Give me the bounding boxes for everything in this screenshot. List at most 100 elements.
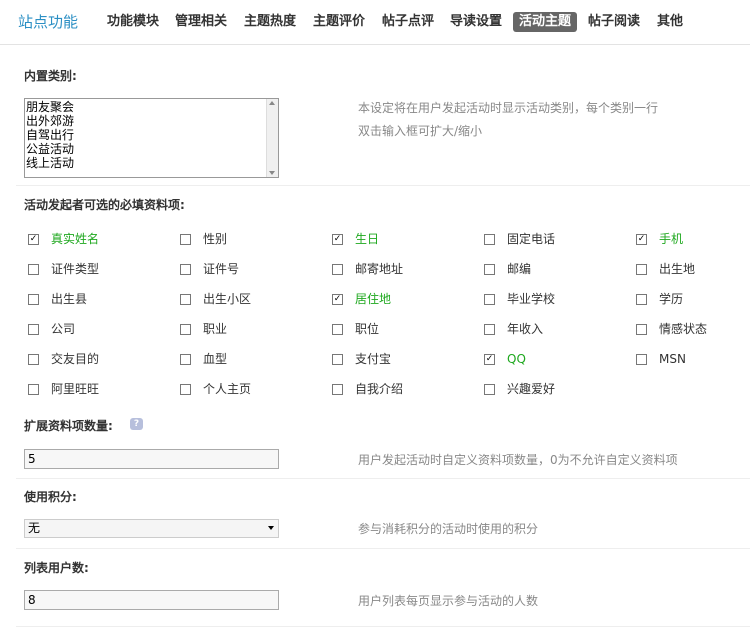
credits-selected-value: 无: [28, 521, 41, 535]
tab-guide-settings[interactable]: 导读设置: [450, 12, 502, 32]
list-users-hint: 用户列表每页显示参与活动的人数: [358, 594, 539, 608]
checkbox-checked[interactable]: ✓: [332, 234, 343, 245]
page-title: 站点功能: [18, 13, 79, 31]
section-divider: [16, 548, 750, 549]
tab-topic-rating[interactable]: 主题评价: [313, 12, 365, 32]
checkbox-unchecked[interactable]: [636, 354, 647, 365]
checkbox-unchecked[interactable]: [332, 264, 343, 275]
field-checkbox-label: 出生县: [51, 292, 88, 306]
checkbox-unchecked[interactable]: [484, 384, 495, 395]
checkbox-unchecked[interactable]: [180, 324, 191, 335]
checkbox-unchecked[interactable]: [28, 264, 39, 275]
tab-post-comment[interactable]: 帖子点评: [382, 12, 434, 32]
categories-hint: 本设定将在用户发起活动时显示活动类别，每个类别一行: [358, 101, 659, 115]
checkbox-unchecked[interactable]: [332, 324, 343, 335]
field-checkbox-label: 学历: [659, 292, 684, 306]
scroll-up-icon[interactable]: [269, 101, 275, 105]
field-checkbox-label: 兴趣爱好: [507, 382, 556, 396]
list-users-title: 列表用户数:: [24, 561, 89, 575]
checkbox-checked[interactable]: ✓: [332, 294, 343, 305]
field-checkbox-label: 性别: [203, 232, 228, 246]
checkbox-unchecked[interactable]: [636, 324, 647, 335]
checkbox-unchecked[interactable]: [484, 264, 495, 275]
section-divider: [16, 626, 750, 627]
credits-hint: 参与消耗积分的活动时使用的积分: [358, 522, 539, 536]
checkbox-unchecked[interactable]: [484, 324, 495, 335]
tab-topic-heat[interactable]: 主题热度: [244, 12, 296, 32]
field-checkbox-label: 证件号: [203, 262, 240, 276]
category-line: 线上活动: [26, 156, 75, 170]
field-checkbox-label: 真实姓名: [51, 232, 100, 246]
field-checkbox-label: 血型: [203, 352, 228, 366]
field-checkbox-label: 自我介绍: [355, 382, 404, 396]
checkbox-unchecked[interactable]: [636, 294, 647, 305]
extended-fields-hint: 用户发起活动时自定义资料项数量，0为不允许自定义资料项: [358, 453, 678, 467]
checkbox-unchecked[interactable]: [484, 294, 495, 305]
field-checkbox-label: 交友目的: [51, 352, 100, 366]
field-checkbox-label: 固定电话: [507, 232, 556, 246]
builtin-categories-title: 内置类别:: [24, 69, 77, 83]
checkbox-unchecked[interactable]: [180, 264, 191, 275]
field-checkbox-label: 支付宝: [355, 352, 392, 366]
checkbox-unchecked[interactable]: [28, 384, 39, 395]
credits-title: 使用积分:: [24, 490, 77, 504]
field-checkbox-label: QQ: [507, 352, 526, 366]
checkbox-unchecked[interactable]: [636, 264, 647, 275]
checkbox-unchecked[interactable]: [28, 354, 39, 365]
category-line: 公益活动: [26, 142, 75, 156]
header-divider: [0, 44, 750, 45]
top-navigation-bar: 站点功能 功能模块 管理相关 主题热度 主题评价 帖子点评 导读设置 活动主题 …: [0, 0, 750, 44]
checkbox-unchecked[interactable]: [180, 384, 191, 395]
field-checkbox-label: 职业: [203, 322, 228, 336]
checkbox-unchecked[interactable]: [28, 294, 39, 305]
help-icon[interactable]: ?: [130, 418, 143, 430]
category-line: 朋友聚会: [26, 100, 75, 114]
textarea-scrollbar[interactable]: [266, 99, 278, 177]
list-users-input[interactable]: 8: [24, 590, 279, 610]
categories-text: 朋友聚会 出外郊游 自驾出行 公益活动 线上活动: [26, 100, 266, 170]
field-checkbox-label: 邮寄地址: [355, 262, 404, 276]
checkbox-checked[interactable]: ✓: [484, 354, 495, 365]
field-checkbox-label: 出生小区: [203, 292, 252, 306]
checkbox-unchecked[interactable]: [332, 354, 343, 365]
field-checkbox-label: 职位: [355, 322, 380, 336]
field-checkbox-label: 证件类型: [51, 262, 100, 276]
categories-hint-resize: 双击输入框可扩大/缩小: [358, 124, 483, 138]
field-checkbox-label: 阿里旺旺: [51, 382, 100, 396]
extended-fields-input[interactable]: 5: [24, 449, 279, 469]
category-line: 出外郊游: [26, 114, 75, 128]
section-divider: [16, 185, 750, 186]
field-checkbox-label: 毕业学校: [507, 292, 556, 306]
field-checkbox-label: 邮编: [507, 262, 532, 276]
extended-fields-title: 扩展资料项数量:: [24, 419, 113, 433]
field-checkbox-label: 出生地: [659, 262, 696, 276]
checkbox-unchecked[interactable]: [332, 384, 343, 395]
tab-other[interactable]: 其他: [657, 12, 683, 32]
tab-post-reading[interactable]: 帖子阅读: [588, 12, 640, 32]
field-checkbox-label: 情感状态: [659, 322, 708, 336]
credits-select[interactable]: 无: [24, 519, 279, 538]
checkbox-unchecked[interactable]: [180, 294, 191, 305]
field-checkbox-label: 个人主页: [203, 382, 252, 396]
section-divider: [16, 478, 750, 479]
tab-function-modules[interactable]: 功能模块: [107, 12, 159, 32]
checkbox-checked[interactable]: ✓: [28, 234, 39, 245]
checkbox-unchecked[interactable]: [180, 234, 191, 245]
field-checkbox-label: 生日: [355, 232, 380, 246]
checkbox-unchecked[interactable]: [28, 324, 39, 335]
field-checkbox-label: 手机: [659, 232, 684, 246]
tab-activity-topic[interactable]: 活动主题: [513, 12, 578, 32]
checkbox-unchecked[interactable]: [180, 354, 191, 365]
tab-management[interactable]: 管理相关: [175, 12, 227, 32]
scroll-down-icon[interactable]: [269, 171, 275, 175]
field-checkbox-label: MSN: [659, 352, 686, 366]
category-line: 自驾出行: [26, 128, 75, 142]
field-checkbox-label: 公司: [51, 322, 76, 336]
checkbox-checked[interactable]: ✓: [636, 234, 647, 245]
chevron-down-icon: [268, 526, 274, 530]
categories-textarea[interactable]: 朋友聚会 出外郊游 自驾出行 公益活动 线上活动: [24, 98, 279, 178]
checkbox-unchecked[interactable]: [484, 234, 495, 245]
field-checkbox-label: 居住地: [355, 292, 392, 306]
required-fields-title: 活动发起者可选的必填资料项:: [24, 198, 185, 212]
field-checkbox-label: 年收入: [507, 322, 544, 336]
